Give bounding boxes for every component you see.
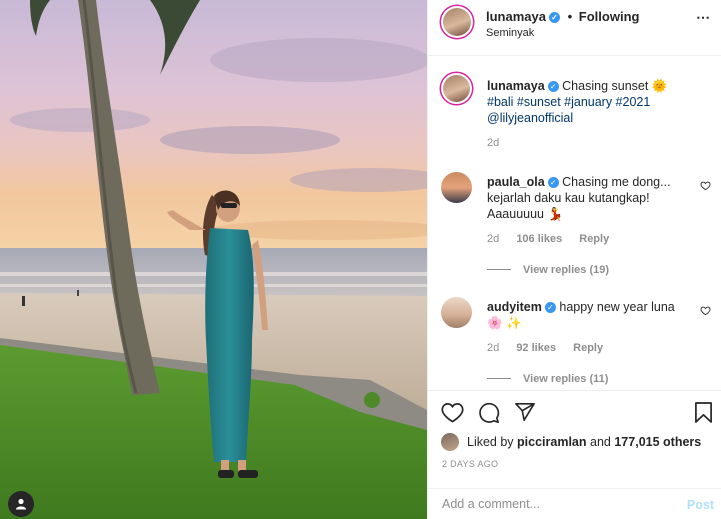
view-replies-label: View replies (11) [523, 373, 609, 385]
post-photo[interactable] [0, 0, 427, 519]
liker-avatar[interactable] [441, 433, 459, 451]
comment-likes-count[interactable]: 92 likes [516, 342, 556, 354]
beach-sunset-photo [0, 0, 427, 519]
comment-time[interactable]: 2d [487, 233, 499, 245]
like-heart-icon[interactable] [441, 402, 464, 423]
post-timestamp[interactable]: 2 DAYS AGO [442, 459, 498, 469]
verified-badge-icon: ✓ [547, 81, 559, 92]
view-replies-label: View replies (19) [523, 264, 610, 276]
tagged-users-button[interactable] [8, 491, 34, 517]
caption-text: Chasing sunset 🌞 [562, 79, 668, 93]
replies-divider [487, 269, 511, 270]
comment-meta: 2d 92 likes Reply [487, 342, 617, 354]
comment-bubble-icon[interactable] [478, 402, 500, 424]
verified-badge-icon: ✓ [544, 302, 556, 313]
post-comment-button[interactable]: Post [687, 498, 714, 512]
comment-body: audyitem ✓ happy new year luna 🌸 ✨ [487, 299, 687, 331]
caption-avatar[interactable] [441, 73, 472, 104]
more-options-icon[interactable]: ⋯ [696, 9, 711, 26]
add-comment-input[interactable] [442, 497, 662, 511]
caption-username[interactable]: lunamaya [487, 79, 545, 93]
add-comment-bar: Post [428, 488, 721, 519]
post-header: lunamaya ✓ • Following Seminyak ⋯ [428, 0, 721, 56]
comment-like-heart-icon[interactable] [700, 180, 711, 191]
comment-body: paula_ola ✓ Chasing me dong... kejarlah d… [487, 174, 687, 222]
user-icon [16, 498, 26, 510]
poster-avatar[interactable] [441, 6, 473, 38]
caption-time[interactable]: 2d [487, 137, 499, 149]
save-bookmark-icon[interactable] [694, 402, 713, 423]
replies-divider [487, 378, 511, 379]
comment-username[interactable]: paula_ola [487, 175, 545, 189]
caption-hashtags[interactable]: #bali #sunset #january #2021 [487, 95, 650, 109]
likes-prefix: Liked by [467, 435, 514, 449]
likes-and: and [590, 435, 611, 449]
reply-button[interactable]: Reply [579, 233, 609, 245]
comment-like-heart-icon[interactable] [700, 305, 711, 316]
likes-count[interactable]: 177,015 others [614, 435, 701, 449]
comment-username[interactable]: audyitem [487, 300, 542, 314]
following-button[interactable]: Following [579, 9, 640, 24]
likes-text: Liked by picciramlan and 177,015 others [467, 435, 701, 449]
liker-username[interactable]: picciramlan [517, 435, 586, 449]
separator-dot: • [567, 9, 573, 24]
commenter-avatar[interactable] [441, 172, 472, 203]
post-side-panel: lunamaya ✓ • Following Seminyak ⋯ lunamay… [427, 0, 721, 519]
view-replies-button[interactable]: View replies (11) [487, 373, 608, 385]
commenter-avatar[interactable] [441, 297, 472, 328]
comment-time[interactable]: 2d [487, 342, 499, 354]
comment-likes-count[interactable]: 106 likes [516, 233, 562, 245]
verified-badge-icon: ✓ [548, 12, 560, 23]
location-link[interactable]: Seminyak [486, 27, 534, 39]
action-bar [428, 390, 721, 430]
reply-button[interactable]: Reply [573, 342, 603, 354]
caption-body: lunamaya ✓ Chasing sunset 🌞 #bali #sunset… [487, 78, 687, 126]
poster-username[interactable]: lunamaya [486, 9, 546, 24]
view-replies-button[interactable]: View replies (19) [487, 264, 609, 276]
comment-meta: 2d 106 likes Reply [487, 233, 623, 245]
share-direct-icon[interactable] [514, 402, 536, 422]
caption-meta: 2d [487, 137, 513, 149]
caption-mention[interactable]: @lilyjeanofficial [487, 111, 573, 125]
verified-badge-icon: ✓ [547, 177, 559, 188]
comments-section[interactable]: lunamaya ✓ Chasing sunset 🌞 #bali #sunset… [428, 56, 721, 390]
